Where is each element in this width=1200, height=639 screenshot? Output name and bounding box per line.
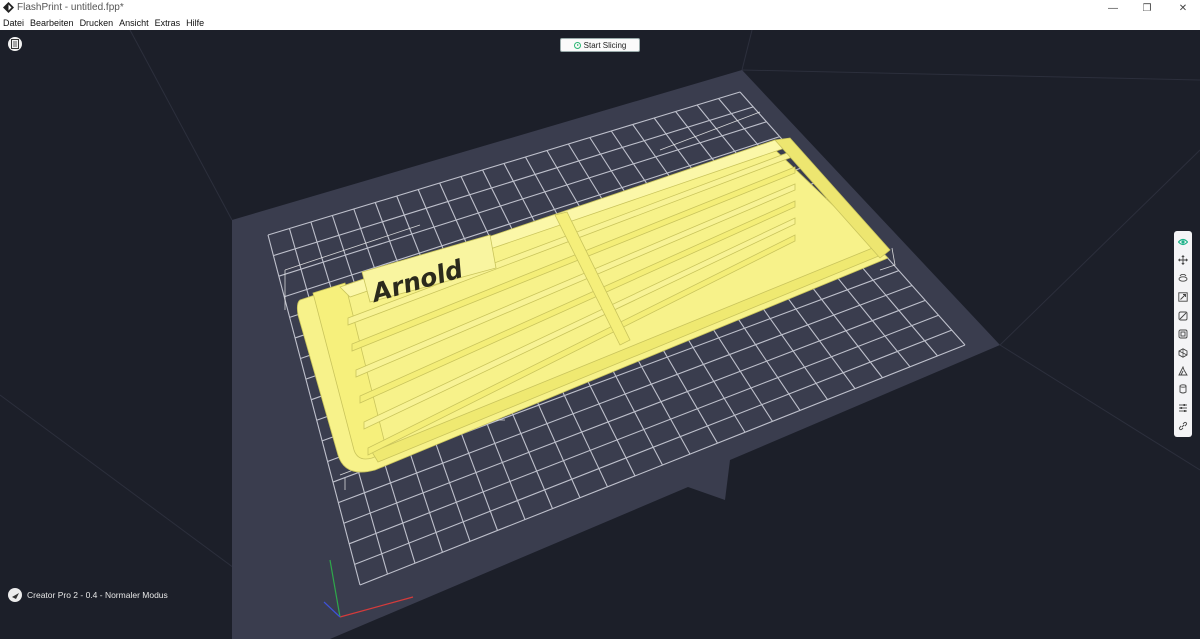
close-button[interactable]: ✕ (1166, 0, 1200, 16)
eye-icon (1178, 238, 1188, 245)
minimize-button[interactable]: — (1096, 0, 1130, 16)
printer-status-text: Creator Pro 2 - 0.4 - Normaler Modus (27, 590, 168, 600)
status-bar: Creator Pro 2 - 0.4 - Normaler Modus (8, 588, 168, 602)
window-title: FlashPrint - untitled.fpp* (17, 2, 124, 13)
cut-tool-button[interactable] (1176, 308, 1190, 324)
start-slicing-label: Start Slicing (583, 40, 627, 50)
cylinder-icon (1179, 384, 1187, 394)
restore-button[interactable]: ❐ (1130, 0, 1164, 16)
menu-ansicht[interactable]: Ansicht (116, 16, 152, 30)
title-bar: FlashPrint - untitled.fpp* — ❐ ✕ (0, 0, 1200, 16)
document-icon (11, 39, 19, 49)
file-info-button[interactable] (8, 37, 22, 51)
menu-bearbeiten[interactable]: Bearbeiten (27, 16, 77, 30)
build-scene[interactable]: Arnold (0, 30, 1200, 639)
view-tool-button[interactable] (1176, 234, 1190, 250)
settings-tool-button[interactable] (1176, 400, 1190, 416)
rotate-icon (1178, 273, 1188, 282)
scale-tool-button[interactable] (1176, 289, 1190, 305)
rotate-tool-button[interactable] (1176, 271, 1190, 287)
move-tool-button[interactable] (1176, 252, 1190, 268)
mirror-tool-button[interactable] (1176, 326, 1190, 342)
3d-viewport[interactable]: Arnold Start Slicing Creator Pro 2 - 0.4… (0, 30, 1200, 639)
menu-hilfe[interactable]: Hilfe (183, 16, 207, 30)
play-icon (573, 41, 581, 49)
mirror-icon (1178, 329, 1188, 339)
sliders-icon (1179, 403, 1187, 412)
support-tool-button[interactable] (1176, 345, 1190, 361)
shell-icon (1178, 366, 1188, 376)
menu-extras[interactable]: Extras (152, 16, 184, 30)
menu-datei[interactable]: Datei (0, 16, 27, 30)
shell-tool-button[interactable] (1176, 363, 1190, 379)
move-icon (1178, 255, 1188, 266)
menu-bar: Datei Bearbeiten Drucken Ansicht Extras … (0, 16, 1200, 30)
flashprint-logo-icon (3, 2, 14, 13)
cut-icon (1178, 311, 1188, 321)
support-icon (1178, 347, 1188, 358)
link-icon (1178, 422, 1188, 431)
printer-icon[interactable] (8, 588, 22, 602)
scale-icon (1178, 292, 1188, 302)
hollow-tool-button[interactable] (1176, 382, 1190, 398)
start-slicing-button[interactable]: Start Slicing (560, 38, 640, 52)
side-toolbar (1174, 231, 1192, 437)
menu-drucken[interactable]: Drucken (77, 16, 117, 30)
link-tool-button[interactable] (1176, 419, 1190, 435)
